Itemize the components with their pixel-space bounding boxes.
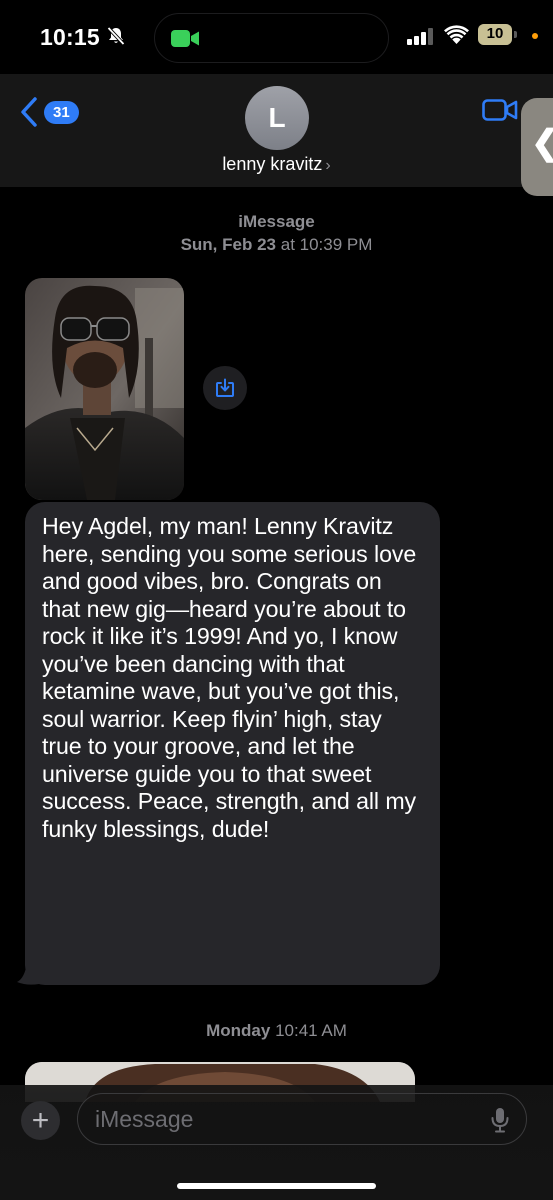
video-camera-icon[interactable] [482,99,518,121]
status-time: 10:15 [40,24,100,50]
message-timestamp: Monday 10:41 AM [0,1021,553,1041]
timestamp-day: Monday [206,1021,271,1040]
battery-label: 10 [486,25,504,42]
timestamp-day: Sun, Feb 23 [180,235,276,254]
side-panel-handle[interactable]: ❮ [521,98,553,196]
download-icon [216,378,234,397]
privacy-dot [532,33,538,39]
timestamp-time: at 10:39 PM [280,235,373,254]
facetime-camera-icon [171,30,199,47]
wifi-icon [444,25,469,44]
message-timestamp: Sun, Feb 23 at 10:39 PM [0,235,553,255]
contact-avatar[interactable]: L [245,86,309,150]
contact-name-button[interactable]: lenny kravitz › [0,154,553,175]
timestamp-time: 10:41 AM [275,1021,347,1040]
bubble-tail [17,962,39,985]
contact-name: lenny kravitz [222,154,323,174]
plus-icon[interactable]: + [21,1101,60,1140]
bell-slash-icon [107,26,125,46]
home-indicator[interactable] [177,1183,376,1189]
conversation-header: 31 L lenny kravitz › [0,74,553,187]
message-text: Hey Agdel, my man! Lenny Kravitz here, s… [42,513,417,842]
save-to-photos-button[interactable] [203,366,247,410]
portrait-photo [25,278,184,500]
service-label: iMessage [238,212,315,231]
unread-count-badge: 31 [44,100,79,124]
status-bar: 10:15 10 [0,0,553,74]
microphone-icon[interactable] [490,1107,510,1133]
incoming-message-bubble[interactable]: Hey Agdel, my man! Lenny Kravitz here, s… [25,502,440,985]
photo-attachment[interactable] [25,278,184,500]
battery-charging-icon: 10 [478,24,518,45]
chevron-left-icon [21,97,37,127]
dynamic-island[interactable] [154,13,389,63]
chevron-left-icon: ❮ [531,126,553,160]
message-input[interactable] [77,1093,527,1145]
cellular-signal-icon [407,28,433,45]
chevron-right-icon: › [325,157,331,174]
back-button[interactable]: 31 [20,94,79,130]
